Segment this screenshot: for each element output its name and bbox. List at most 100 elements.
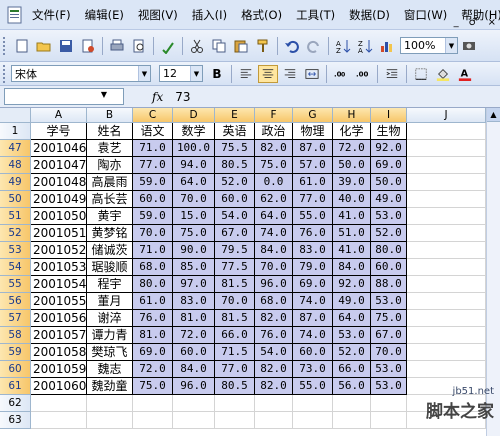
cell-g[interactable]: 74.0 bbox=[293, 293, 333, 310]
cell-e[interactable]: 52.0 bbox=[215, 174, 255, 191]
cell-a[interactable]: 2001058 bbox=[31, 344, 87, 361]
cell-j[interactable] bbox=[407, 327, 486, 344]
cell-j[interactable] bbox=[407, 208, 486, 225]
cell-j[interactable] bbox=[407, 361, 486, 378]
scroll-up-icon[interactable]: ▲ bbox=[487, 108, 500, 122]
cell-i[interactable]: 60.0 bbox=[371, 259, 407, 276]
menu-data[interactable]: 数据(D) bbox=[349, 7, 390, 23]
cell-h[interactable]: 72.0 bbox=[333, 140, 371, 157]
cell-d[interactable]: 83.0 bbox=[173, 293, 215, 310]
cell-j[interactable] bbox=[407, 191, 486, 208]
cell-h[interactable]: 56.0 bbox=[333, 378, 371, 395]
cell-g[interactable]: 55.0 bbox=[293, 208, 333, 225]
cell-d[interactable]: 100.0 bbox=[173, 140, 215, 157]
cell-b[interactable]: 董月 bbox=[87, 293, 133, 310]
cell-h[interactable]: 64.0 bbox=[333, 310, 371, 327]
menu-window[interactable]: 窗口(W) bbox=[404, 7, 447, 23]
undo-icon[interactable] bbox=[283, 37, 301, 55]
cell-a[interactable]: 2001053 bbox=[31, 259, 87, 276]
paste-icon[interactable] bbox=[232, 37, 250, 55]
cell-a[interactable]: 2001059 bbox=[31, 361, 87, 378]
spelling-icon[interactable] bbox=[159, 37, 177, 55]
cell-g[interactable]: 87.0 bbox=[293, 310, 333, 327]
cell-b[interactable]: 樊琼飞 bbox=[87, 344, 133, 361]
cell-g[interactable]: 76.0 bbox=[293, 225, 333, 242]
cell-a[interactable]: 2001057 bbox=[31, 327, 87, 344]
cell-e[interactable]: 81.5 bbox=[215, 276, 255, 293]
cell-j[interactable] bbox=[407, 344, 486, 361]
cell-i[interactable]: 88.0 bbox=[371, 276, 407, 293]
cell-h[interactable]: 50.0 bbox=[333, 157, 371, 174]
menu-edit[interactable]: 编辑(E) bbox=[85, 7, 124, 23]
cell-c[interactable] bbox=[133, 412, 173, 429]
cell-c[interactable]: 71.0 bbox=[133, 242, 173, 259]
cell-c[interactable]: 76.0 bbox=[133, 310, 173, 327]
name-box[interactable]: ▼ bbox=[4, 88, 124, 105]
cell-d[interactable]: 94.0 bbox=[173, 157, 215, 174]
cell-a[interactable] bbox=[31, 412, 87, 429]
cell-e[interactable]: 75.5 bbox=[215, 140, 255, 157]
cell-i[interactable] bbox=[371, 412, 407, 429]
cell-b[interactable]: 谭力青 bbox=[87, 327, 133, 344]
chevron-down-icon[interactable]: ▼ bbox=[101, 90, 107, 99]
cell-e[interactable] bbox=[215, 395, 255, 412]
cell-e[interactable] bbox=[215, 412, 255, 429]
cell-e[interactable]: 70.0 bbox=[215, 293, 255, 310]
cell-e[interactable]: 80.5 bbox=[215, 378, 255, 395]
fx-icon[interactable]: fx bbox=[152, 90, 163, 104]
cell-a[interactable]: 2001049 bbox=[31, 191, 87, 208]
cell-d[interactable] bbox=[173, 412, 215, 429]
align-right-icon[interactable] bbox=[280, 65, 300, 83]
chevron-down-icon[interactable]: ▼ bbox=[190, 66, 202, 81]
menu-tools[interactable]: 工具(T) bbox=[296, 7, 335, 23]
cell-j[interactable] bbox=[407, 259, 486, 276]
cell-b[interactable]: 黄梦铭 bbox=[87, 225, 133, 242]
cell-b[interactable] bbox=[87, 395, 133, 412]
cell-h[interactable]: 40.0 bbox=[333, 191, 371, 208]
column-header-h[interactable]: H bbox=[333, 108, 371, 123]
cell-b[interactable]: 谢淬 bbox=[87, 310, 133, 327]
cell-i[interactable]: 53.0 bbox=[371, 361, 407, 378]
column-header-c[interactable]: C bbox=[133, 108, 173, 123]
cell-d[interactable]: 97.0 bbox=[173, 276, 215, 293]
chevron-down-icon[interactable]: ▼ bbox=[445, 38, 457, 53]
open-icon[interactable] bbox=[35, 37, 53, 55]
cell-i[interactable]: 53.0 bbox=[371, 208, 407, 225]
cell-f[interactable]: 82.0 bbox=[255, 310, 293, 327]
cell-h[interactable]: 41.0 bbox=[333, 208, 371, 225]
cell-f[interactable] bbox=[255, 412, 293, 429]
cell-e[interactable]: 81.5 bbox=[215, 310, 255, 327]
borders-icon[interactable] bbox=[411, 65, 431, 83]
cell-j[interactable] bbox=[407, 140, 486, 157]
cell-f[interactable]: 76.0 bbox=[255, 327, 293, 344]
cell-e[interactable]: 66.0 bbox=[215, 327, 255, 344]
row-header[interactable]: 55 bbox=[0, 276, 31, 293]
row-header[interactable]: 62 bbox=[0, 395, 31, 412]
cell-a[interactable] bbox=[31, 395, 87, 412]
cell-b[interactable]: 程宇 bbox=[87, 276, 133, 293]
cell-c[interactable]: 语文 bbox=[133, 123, 173, 140]
cell-c[interactable]: 60.0 bbox=[133, 191, 173, 208]
cell-f[interactable]: 68.0 bbox=[255, 293, 293, 310]
cell-h[interactable]: 化学 bbox=[333, 123, 371, 140]
cell-d[interactable]: 96.0 bbox=[173, 378, 215, 395]
cell-j[interactable] bbox=[407, 276, 486, 293]
cell-h[interactable]: 53.0 bbox=[333, 327, 371, 344]
indent-icon[interactable] bbox=[382, 65, 402, 83]
menu-file[interactable]: 文件(F) bbox=[32, 7, 71, 23]
formula-input[interactable]: 73 bbox=[175, 90, 190, 104]
cell-i[interactable]: 75.0 bbox=[371, 310, 407, 327]
cell-d[interactable]: 90.0 bbox=[173, 242, 215, 259]
cell-j[interactable] bbox=[407, 293, 486, 310]
chart-wizard-icon[interactable] bbox=[378, 37, 396, 55]
cell-c[interactable]: 71.0 bbox=[133, 140, 173, 157]
cell-f[interactable]: 84.0 bbox=[255, 242, 293, 259]
cell-g[interactable]: 79.0 bbox=[293, 259, 333, 276]
cell-c[interactable]: 80.0 bbox=[133, 276, 173, 293]
cell-i[interactable]: 50.0 bbox=[371, 174, 407, 191]
cell-c[interactable]: 81.0 bbox=[133, 327, 173, 344]
cell-b[interactable]: 储诚茨 bbox=[87, 242, 133, 259]
cell-c[interactable]: 75.0 bbox=[133, 378, 173, 395]
redo-icon[interactable] bbox=[305, 37, 323, 55]
cell-a[interactable]: 2001054 bbox=[31, 276, 87, 293]
